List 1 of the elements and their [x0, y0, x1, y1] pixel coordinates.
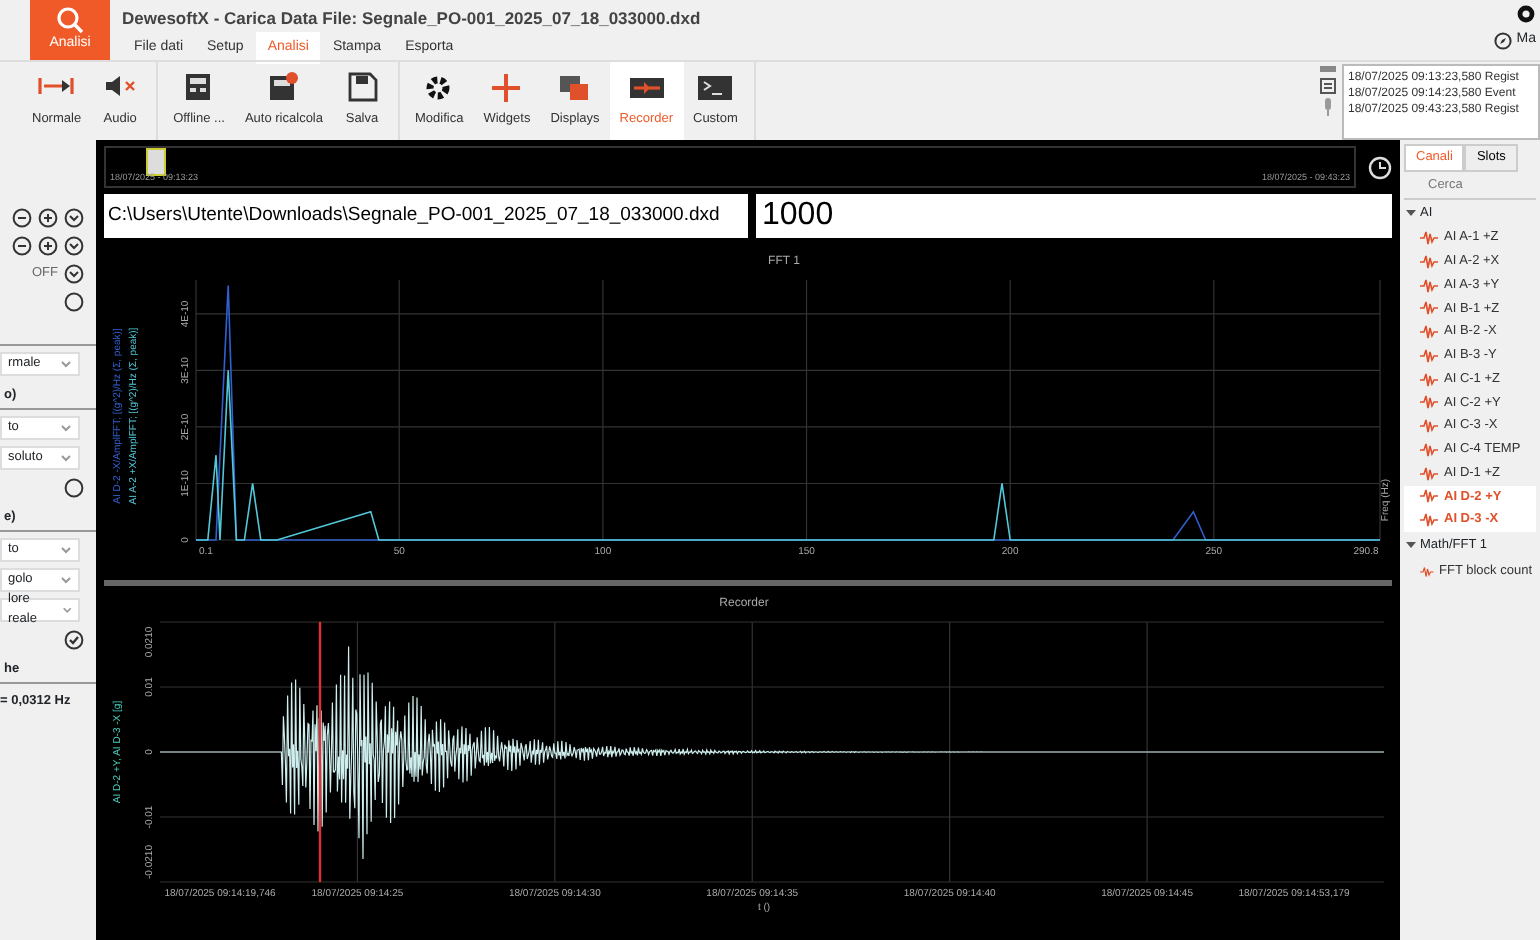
window-title: DewesoftX - Carica Data File: Segnale_PO-001_2025_07_18_033000.dxd: [122, 6, 703, 32]
